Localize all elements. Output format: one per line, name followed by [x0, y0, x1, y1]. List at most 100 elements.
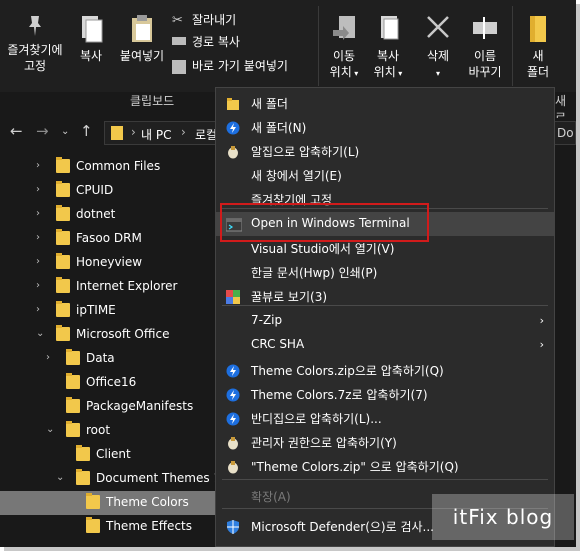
- tree-item[interactable]: › ipTIME: [0, 299, 215, 323]
- context-menu-item[interactable]: 한글 문서(Hwp) 인쇄(P): [216, 260, 554, 284]
- tree-item-label: PackageManifests: [86, 399, 194, 413]
- context-menu-item[interactable]: 새 폴더(N): [216, 115, 554, 139]
- rename-label-line1: 이름: [473, 49, 497, 63]
- tree-item[interactable]: › Internet Explorer: [0, 275, 215, 299]
- tree-item[interactable]: Theme Colors: [0, 491, 215, 515]
- path-part-pc[interactable]: 내 PC: [141, 126, 171, 143]
- highlight-box: [220, 203, 429, 242]
- alzip-icon: [226, 144, 240, 159]
- chevron-right-icon[interactable]: ›: [36, 304, 40, 315]
- move-to-button[interactable]: 이동 위치 ▾: [324, 14, 364, 82]
- honeyview-icon: [226, 289, 240, 304]
- context-menu-item-label: 꿀뷰로 보기(3): [251, 290, 328, 304]
- tree-item[interactable]: Office16: [0, 371, 215, 395]
- tree-item[interactable]: › Common Files: [0, 155, 215, 179]
- chevron-down-icon[interactable]: ⌄: [61, 126, 69, 137]
- move-to-icon: [333, 16, 355, 40]
- context-menu-item[interactable]: 알집으로 압축하기(L): [216, 139, 554, 163]
- up-arrow-icon[interactable]: ↑: [80, 122, 93, 140]
- tree-item-label: CPUID: [76, 183, 114, 197]
- context-menu-item[interactable]: 관리자 권한으로 압축하기(Y): [216, 430, 554, 454]
- cut-button[interactable]: ✂ 잘라내기: [172, 10, 236, 30]
- tree-item[interactable]: ⌄ Document Themes 16: [0, 467, 229, 491]
- copy-icon: [82, 16, 103, 43]
- tree-item-label: Honeyview: [76, 255, 143, 269]
- pin-to-quick-access-button[interactable]: 즐겨찾기에 고정: [2, 14, 68, 74]
- copy-path-icon: [172, 37, 186, 45]
- copy-path-button[interactable]: 경로 복사: [172, 32, 240, 52]
- tree-item-label: Internet Explorer: [76, 279, 178, 293]
- context-menu-item[interactable]: 새 창에서 열기(E): [216, 163, 554, 187]
- tree-item[interactable]: ⌄ Microsoft Office: [0, 323, 215, 347]
- pin-label-line2: 고정: [23, 59, 47, 73]
- context-menu-item[interactable]: Theme Colors.zip으로 압축하기(Q): [216, 358, 554, 382]
- chevron-right-icon[interactable]: ›: [46, 352, 50, 363]
- chevron-right-icon[interactable]: ›: [36, 256, 40, 267]
- copy-button[interactable]: 복사: [72, 14, 110, 64]
- new-folder-icon: [530, 16, 546, 42]
- bandizip-icon: [226, 363, 240, 378]
- copy-to-button[interactable]: 복사 위치 ▾: [366, 14, 410, 82]
- context-menu-item-label: "Theme Colors.zip" 으로 압축하기(Q): [251, 460, 459, 474]
- context-menu-item-label: Theme Colors.7z로 압축하기(7): [251, 388, 428, 402]
- tree-item[interactable]: › CPUID: [0, 179, 215, 203]
- rename-button[interactable]: 이름 바꾸기: [462, 14, 508, 80]
- paste-shortcut-button[interactable]: 바로 가기 붙여넣기: [172, 56, 288, 76]
- context-menu-item[interactable]: CRC SHA ›: [216, 333, 554, 357]
- tree-item[interactable]: › Data: [0, 347, 215, 371]
- context-menu-item[interactable]: 새 폴더: [216, 91, 554, 115]
- bandizip-icon: [226, 387, 240, 402]
- delete-button[interactable]: 삭제 ▾: [418, 14, 458, 82]
- delete-x-icon: [427, 16, 449, 38]
- context-menu-item[interactable]: Theme Colors.7z로 압축하기(7): [216, 382, 554, 406]
- pin-icon: [29, 16, 41, 36]
- alzip-icon: [226, 459, 240, 474]
- folder-icon: [56, 277, 70, 293]
- tree-item[interactable]: PackageManifests: [0, 395, 215, 419]
- chevron-right-icon[interactable]: ›: [36, 280, 40, 291]
- tree-item[interactable]: ⌄ root: [0, 419, 215, 443]
- chevron-down-icon[interactable]: ⌄: [36, 328, 44, 339]
- context-menu-item[interactable]: "Theme Colors.zip" 으로 압축하기(Q): [216, 454, 554, 478]
- tree-item[interactable]: Theme Effects: [0, 515, 215, 539]
- context-menu-item[interactable]: 꿀뷰로 보기(3): [216, 284, 554, 308]
- clipboard-icon: [132, 15, 152, 42]
- address-right-partial: Do: [557, 126, 574, 140]
- ribbon-separator: [512, 6, 513, 86]
- context-menu-item-label: 새 폴더: [251, 97, 288, 111]
- bandizip-icon: [226, 120, 240, 135]
- tree-item[interactable]: › dotnet: [0, 203, 215, 227]
- forward-arrow-icon[interactable]: →: [36, 122, 49, 140]
- chevron-right-icon[interactable]: ›: [36, 184, 40, 195]
- context-menu-item-label: 확장(A): [251, 490, 291, 504]
- copy-path-label: 경로 복사: [192, 35, 240, 49]
- context-menu: 새 폴더 새 폴더(N) 알집으로 압축하기(L) 새 창에서 열기(E) 즐겨찾기에 …: [215, 87, 555, 547]
- chevron-right-icon[interactable]: ›: [36, 208, 40, 219]
- rename-label-line2: 바꾸기: [468, 65, 502, 79]
- folder-icon: [66, 349, 80, 365]
- tree-item-label: Client: [96, 447, 131, 461]
- folder-icon: [56, 253, 70, 269]
- context-menu-item[interactable]: 7-Zip ›: [216, 309, 554, 333]
- context-menu-item[interactable]: 반디집으로 압축하기(L)...: [216, 406, 554, 430]
- paste-label: 붙여넣기: [119, 49, 165, 63]
- folder-icon: [66, 373, 80, 389]
- paste-button[interactable]: 붙여넣기: [114, 14, 170, 64]
- new-folder-button[interactable]: 새 폴더: [518, 14, 558, 80]
- context-menu-item-label: 새 폴더(N): [251, 121, 307, 135]
- tree-item[interactable]: › Honeyview: [0, 251, 215, 275]
- context-menu-item-label: 관리자 권한으로 압축하기(Y): [251, 436, 397, 450]
- tree-item[interactable]: Client: [0, 443, 215, 467]
- chevron-down-icon[interactable]: ⌄: [56, 472, 64, 483]
- defender-icon: [226, 519, 240, 534]
- tree-item[interactable]: › Fasoo DRM: [0, 227, 215, 251]
- chevron-right-icon[interactable]: ›: [36, 160, 40, 171]
- chevron-down-icon[interactable]: ⌄: [46, 424, 54, 435]
- context-menu-item-label: CRC SHA: [251, 337, 305, 351]
- back-arrow-icon[interactable]: ←: [10, 122, 23, 140]
- chevron-right-icon[interactable]: ›: [36, 232, 40, 243]
- path-part-local[interactable]: 로컬: [195, 126, 217, 143]
- path-separator-icon: ›: [181, 125, 186, 139]
- folder-icon: [56, 301, 70, 317]
- clipboard-group-label: 클립보드: [130, 94, 175, 108]
